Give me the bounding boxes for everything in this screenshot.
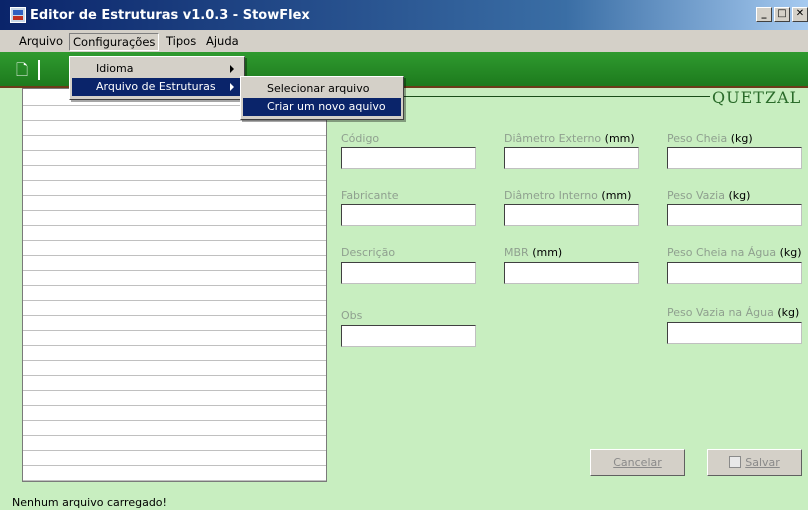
menu-item-criar-novo-arquivo[interactable]: Criar um novo aquivo [243, 98, 401, 116]
menu-tipos[interactable]: Tipos [163, 33, 199, 51]
list-row[interactable] [23, 451, 326, 466]
list-row[interactable] [23, 316, 326, 331]
peso-vazia-agua-input[interactable] [667, 322, 802, 344]
cancel-button-label: Cancelar [613, 456, 662, 469]
list-row[interactable] [23, 226, 326, 241]
list-row[interactable] [23, 121, 326, 136]
quetzal-logo: QUETZAL [712, 88, 802, 107]
menu-configuracoes[interactable]: Configurações [69, 33, 160, 51]
list-row[interactable] [23, 466, 326, 481]
list-row[interactable] [23, 331, 326, 346]
diametro-interno-label: Diâmetro Interno (mm) [504, 189, 632, 202]
mbr-input[interactable] [504, 262, 639, 284]
peso-vazia-input[interactable] [667, 204, 802, 226]
list-row[interactable] [23, 391, 326, 406]
submenu-arrow-icon [230, 65, 234, 73]
save-button-label: Salvar [745, 456, 780, 469]
list-row[interactable] [23, 421, 326, 436]
diametro-externo-input[interactable] [504, 147, 639, 169]
configuracoes-menu: Idioma Arquivo de Estruturas [69, 56, 245, 100]
menu-ajuda[interactable]: Ajuda [203, 33, 242, 51]
menu-item-idioma-label: Idioma [96, 62, 134, 75]
menu-item-arquivo-estruturas-label: Arquivo de Estruturas [96, 80, 216, 93]
title-bar[interactable]: Editor de Estruturas v1.0.3 - StowFlex _… [0, 0, 808, 30]
list-row[interactable] [23, 436, 326, 451]
close-button[interactable]: ✕ [792, 7, 808, 22]
window-title: Editor de Estruturas v1.0.3 - StowFlex [30, 8, 310, 23]
status-text: Nenhum arquivo carregado! [12, 496, 167, 509]
list-row[interactable] [23, 211, 326, 226]
obs-input[interactable] [341, 325, 476, 347]
mbr-label: MBR (mm) [504, 246, 563, 259]
list-row[interactable] [23, 181, 326, 196]
toolbar-separator [38, 60, 40, 80]
descricao-label: Descrição [341, 246, 396, 259]
peso-vazia-agua-label: Peso Vazia na Água (kg) [667, 306, 800, 319]
menu-item-arquivo-estruturas[interactable]: Arquivo de Estruturas [72, 78, 242, 96]
list-row[interactable] [23, 406, 326, 421]
list-row[interactable] [23, 301, 326, 316]
menu-item-selecionar-arquivo[interactable]: Selecionar arquivo [243, 80, 401, 98]
save-button[interactable]: Salvar [707, 449, 802, 476]
list-row[interactable] [23, 346, 326, 361]
submenu-arrow-icon [230, 83, 234, 91]
codigo-label: Código [341, 132, 380, 145]
fabricante-input[interactable] [341, 204, 476, 226]
list-row[interactable] [23, 166, 326, 181]
cancel-button[interactable]: Cancelar [590, 449, 685, 476]
list-row[interactable] [23, 196, 326, 211]
list-row[interactable] [23, 136, 326, 151]
peso-cheia-agua-label: Peso Cheia na Água (kg) [667, 246, 802, 259]
new-file-icon[interactable]: 🗋 [12, 60, 32, 80]
list-row[interactable] [23, 271, 326, 286]
menu-item-idioma[interactable]: Idioma [72, 60, 242, 78]
list-row[interactable] [23, 151, 326, 166]
peso-vazia-label: Peso Vazia (kg) [667, 189, 751, 202]
descricao-input[interactable] [341, 262, 476, 284]
list-row[interactable] [23, 376, 326, 391]
maximize-button[interactable]: □ [774, 7, 790, 22]
minimize-button[interactable]: _ [756, 7, 772, 22]
estruturas-submenu: Selecionar arquivo Criar um novo aquivo [240, 76, 404, 120]
fabricante-label: Fabricante [341, 189, 399, 202]
menu-bar: Arquivo Configurações Tipos Ajuda [0, 30, 808, 52]
list-row[interactable] [23, 361, 326, 376]
peso-cheia-input[interactable] [667, 147, 802, 169]
list-row[interactable] [23, 256, 326, 271]
peso-cheia-agua-input[interactable] [667, 262, 802, 284]
status-bar: Nenhum arquivo carregado! [0, 494, 808, 510]
codigo-input[interactable] [341, 147, 476, 169]
diametro-externo-label: Diâmetro Externo (mm) [504, 132, 635, 145]
menu-arquivo[interactable]: Arquivo [16, 33, 66, 51]
obs-label: Obs [341, 309, 363, 322]
app-icon[interactable] [10, 7, 26, 23]
list-row[interactable] [23, 241, 326, 256]
list-row[interactable] [23, 286, 326, 301]
peso-cheia-label: Peso Cheia (kg) [667, 132, 753, 145]
diametro-interno-input[interactable] [504, 204, 639, 226]
save-icon [729, 456, 742, 468]
structure-list[interactable] [22, 88, 327, 482]
